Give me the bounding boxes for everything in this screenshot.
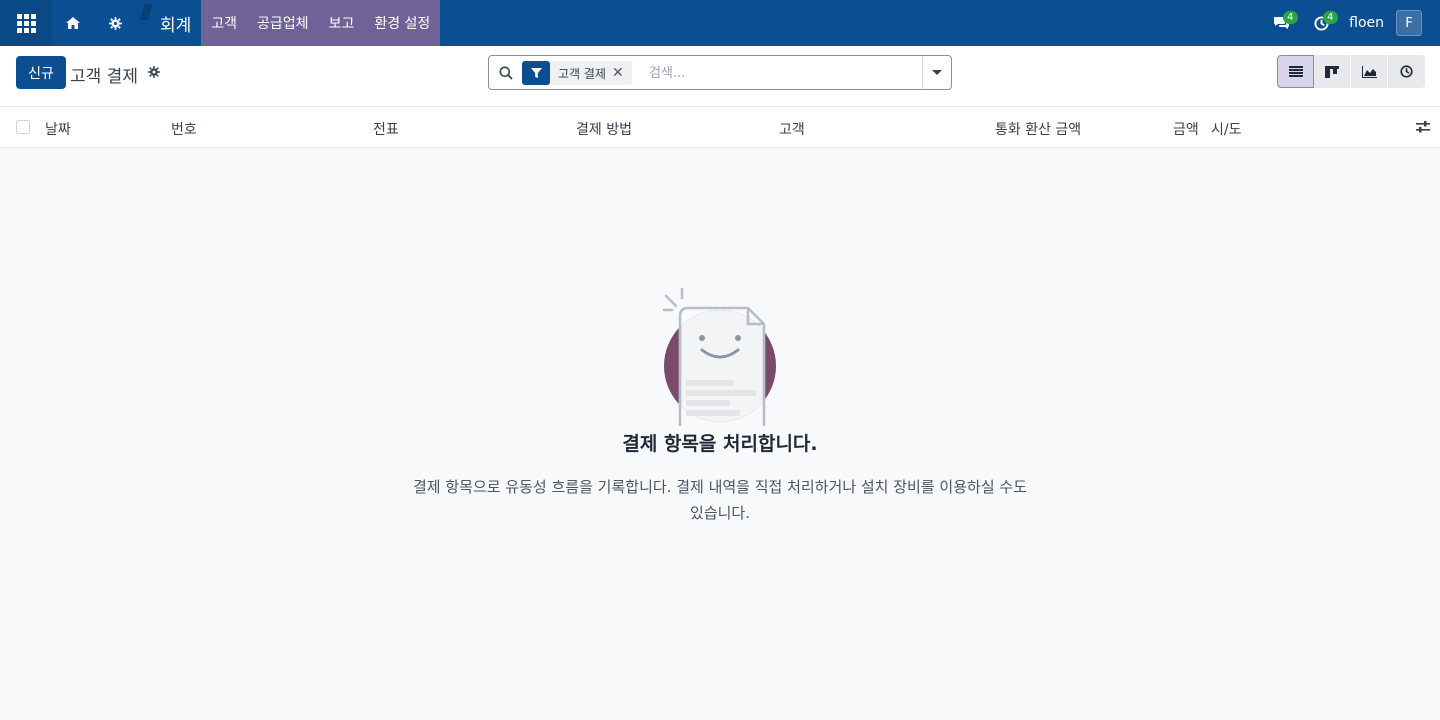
column-customer[interactable]: 고객 <box>779 119 805 139</box>
graph-view-button[interactable] <box>1351 55 1388 88</box>
search-input[interactable] <box>649 63 899 83</box>
optional-columns-icon <box>1416 121 1430 133</box>
gear-icon <box>108 16 122 30</box>
menu-customers[interactable]: 고객 <box>201 0 247 46</box>
messages-badge: 4 <box>1283 11 1298 24</box>
brand-flag-decoration <box>139 4 153 20</box>
messages-button[interactable]: 4 <box>1261 0 1301 46</box>
facet-label: 고객 결제 <box>558 66 606 81</box>
settings-button[interactable] <box>94 0 136 46</box>
empty-state: 결제 항목을 처리합니다. 결제 항목으로 유동성 흐름을 기록합니다. 결제 … <box>0 148 1440 720</box>
column-state[interactable]: 시/도 <box>1211 119 1241 139</box>
search-bar: 고객 결제 ✕ <box>488 55 952 90</box>
main-menu: 고객 공급업체 보고 환경 설정 <box>201 0 441 46</box>
app-brand[interactable]: 회계 <box>136 0 201 46</box>
actions-gear-button[interactable] <box>148 66 160 82</box>
view-switcher <box>1277 55 1425 88</box>
caret-down-icon <box>932 70 942 75</box>
column-journal[interactable]: 전표 <box>373 119 399 139</box>
apps-grid-icon <box>16 13 36 33</box>
empty-document-illustration <box>662 288 776 426</box>
graph-view-icon <box>1361 65 1377 78</box>
empty-state-text: 결제 항목으로 유동성 흐름을 기록합니다. 결제 내역을 직접 처리하거나 설… <box>413 478 1027 522</box>
activities-button[interactable]: 4 <box>1301 0 1341 46</box>
search-facet: 고객 결제 ✕ <box>522 61 632 85</box>
list-view-icon <box>1288 66 1303 77</box>
list-view-button[interactable] <box>1277 55 1314 88</box>
filter-icon <box>522 61 550 85</box>
home-icon <box>66 17 80 29</box>
facet-remove-button[interactable]: ✕ <box>612 65 632 81</box>
activity-view-button[interactable] <box>1388 55 1425 88</box>
apps-menu-button[interactable] <box>0 0 52 46</box>
menu-configuration[interactable]: 환경 설정 <box>364 0 440 46</box>
column-amount[interactable]: 금액 <box>1173 119 1199 139</box>
gear-icon <box>148 66 160 78</box>
top-navbar: 회계 고객 공급업체 보고 환경 설정 4 4 floen F <box>0 0 1440 46</box>
kanban-view-button[interactable] <box>1314 55 1351 88</box>
kanban-view-icon <box>1325 65 1339 78</box>
home-button[interactable] <box>52 0 94 46</box>
new-button[interactable]: 신규 <box>16 56 66 89</box>
activities-badge: 4 <box>1323 11 1338 24</box>
column-payment-method[interactable]: 결제 방법 <box>576 119 632 139</box>
column-date[interactable]: 날짜 <box>45 119 71 139</box>
page-title: 고객 결제 <box>70 67 138 87</box>
column-amount-currency[interactable]: 통화 환산 금액 <box>995 119 1081 139</box>
app-brand-label: 회계 <box>160 15 192 36</box>
user-menu-name[interactable]: floen <box>1349 15 1384 31</box>
select-all-checkbox[interactable] <box>16 120 30 134</box>
column-number[interactable]: 번호 <box>171 119 197 139</box>
search-options-toggle[interactable] <box>922 56 951 89</box>
avatar[interactable]: F <box>1396 10 1422 36</box>
systray: 4 4 floen F <box>1261 0 1440 46</box>
menu-reporting[interactable]: 보고 <box>319 0 365 46</box>
empty-state-title: 결제 항목을 처리합니다. <box>622 433 818 455</box>
optional-columns-button[interactable] <box>1416 121 1430 137</box>
menu-vendors[interactable]: 공급업체 <box>247 0 319 46</box>
search-icon <box>499 66 513 80</box>
activity-view-icon <box>1400 65 1413 78</box>
control-panel: 신규 고객 결제 고객 결제 ✕ <box>0 46 1440 107</box>
list-header: 날짜 번호 전표 결제 방법 고객 통화 환산 금액 금액 시/도 <box>0 107 1440 148</box>
